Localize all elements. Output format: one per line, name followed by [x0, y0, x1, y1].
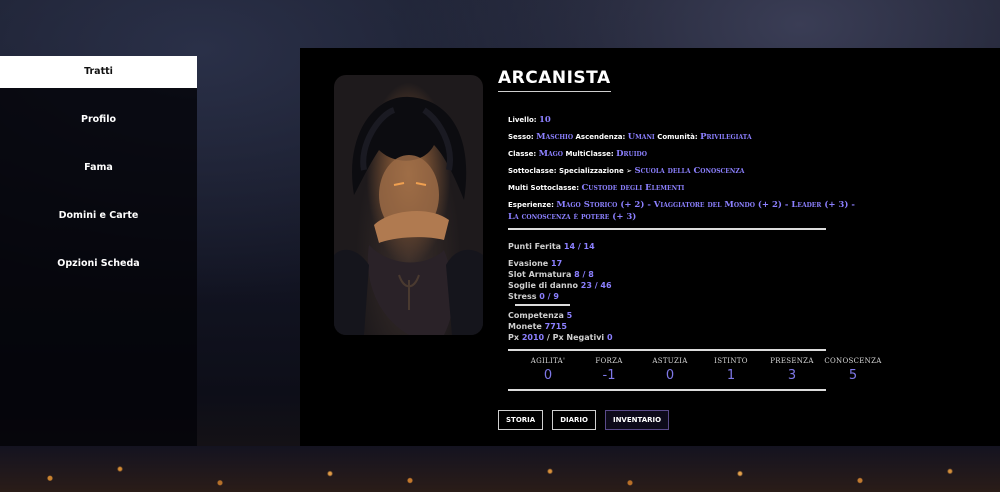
competenza-label: Competenza: [508, 311, 564, 320]
sidebar-item-fama[interactable]: Fama: [0, 152, 197, 184]
detail-sesso-ascendenza: Sesso: Maschio Ascendenza: Umani Comunit…: [508, 131, 868, 143]
slot-armatura-label: Slot Armatura: [508, 270, 572, 279]
esperienze-value: Mago Storico (+ 2) - Viaggiatore del Mon…: [508, 200, 855, 222]
attribute-label: CONOSCENZA: [824, 357, 882, 365]
ascendenza-value: Umani: [627, 132, 655, 142]
sottoclasse-value: Scuola della Conoscenza: [634, 166, 745, 176]
attribute-astuzia: ASTUZIA 0: [640, 357, 700, 383]
slash: /: [547, 292, 551, 301]
punti-ferita-value: 14: [563, 242, 576, 251]
attribute-value: 3: [787, 368, 797, 383]
soglia-1-value: 23: [580, 281, 592, 290]
attribute-presenza: PRESENZA 3: [762, 357, 822, 383]
multi-sottoclasse-label: Multi Sottoclasse:: [508, 184, 580, 192]
soglie-label: Soglie di danno: [508, 281, 578, 290]
attribute-value: 1: [726, 368, 736, 383]
slot-armatura-value: 8: [574, 270, 580, 279]
classe-label: Classe:: [508, 150, 537, 158]
attribute-label: PRESENZA: [770, 357, 814, 365]
sesso-label: Sesso:: [508, 133, 534, 141]
divider: [515, 304, 570, 306]
livello-label: Livello:: [508, 116, 537, 124]
detail-multi-sottoclasse: Multi Sottoclasse: Custode degli Element…: [508, 182, 868, 194]
stress-label: Stress: [508, 292, 537, 301]
character-name: ARCANISTA: [498, 68, 611, 92]
detail-sottoclasse: Sottoclasse: Specializzazione ➢ Scuola d…: [508, 165, 868, 177]
attribute-value: 0: [543, 368, 553, 383]
attribute-forza: FORZA -1: [579, 357, 639, 383]
esperienze-label: Esperienze:: [508, 201, 554, 209]
sottoclasse-label: Sottoclasse: Specializzazione: [508, 167, 624, 175]
divider: [508, 228, 826, 230]
stat-px: Px 2010 / Px Negativi 0: [508, 332, 826, 343]
attribute-value: -1: [602, 368, 616, 383]
stat-punti-ferita: Punti Ferita 14 / 14: [508, 241, 826, 252]
soglia-2-value: 46: [600, 281, 612, 290]
monete-label: Monete: [508, 322, 542, 331]
attribute-label: ISTINTO: [714, 357, 748, 365]
detail-classe: Classe: Mago MultiClasse: Druido: [508, 148, 868, 160]
attribute-istinto: ISTINTO 1: [701, 357, 761, 383]
slash: /: [582, 270, 586, 279]
stress-max: 9: [553, 292, 559, 301]
attribute-label: AGILITA': [530, 357, 566, 365]
portrait-illustration: [334, 96, 483, 335]
slash: /: [577, 242, 581, 251]
stats-block: Punti Ferita 14 / 14 Evasione 17 Slot Ar…: [508, 241, 826, 351]
stat-stress: Stress 0 / 9: [508, 291, 826, 302]
tab-inventario[interactable]: INVENTARIO: [604, 410, 670, 430]
punti-ferita-max: 14: [583, 242, 595, 251]
divider: [508, 349, 826, 351]
tab-diario[interactable]: DIARIO: [552, 410, 596, 430]
comunita-label: Comunità:: [657, 133, 698, 141]
evasione-label: Evasione: [508, 259, 549, 268]
attribute-agilita: AGILITA' 0: [518, 357, 578, 383]
stat-evasione: Evasione 17: [508, 258, 826, 269]
ascendenza-label: Ascendenza:: [575, 133, 626, 141]
px-label: Px: [508, 333, 520, 342]
attribute-label: ASTUZIA: [652, 357, 688, 365]
px-negativi-label: / Px Negativi: [546, 333, 605, 342]
arrow-right-icon: ➢: [626, 167, 633, 175]
tab-storia[interactable]: STORIA: [498, 410, 544, 430]
character-portrait: [334, 75, 483, 335]
monete-value: 7715: [544, 322, 567, 331]
character-panel: ARCANISTA Livello: 10 Sesso: Maschio Asc…: [300, 48, 1000, 446]
attributes-row: AGILITA' 0 FORZA -1 ASTUZIA 0 ISTINTO 1 …: [518, 357, 883, 383]
slash: /: [594, 281, 598, 290]
px-negativi-value: 0: [606, 333, 613, 342]
attribute-label: FORZA: [595, 357, 623, 365]
sidebar-item-opzioni-scheda[interactable]: Opzioni Scheda: [0, 248, 197, 280]
attribute-conoscenza: CONOSCENZA 5: [823, 357, 883, 383]
sidebar-item-domini-e-carte[interactable]: Domini e Carte: [0, 200, 197, 232]
multiclasse-label: MultiClasse:: [565, 150, 614, 158]
attribute-value: 0: [665, 368, 675, 383]
stat-monete: Monete 7715: [508, 321, 826, 332]
competenza-value: 5: [566, 311, 573, 320]
livello-value: 10: [539, 115, 551, 125]
attribute-value: 5: [848, 368, 858, 383]
stat-soglie: Soglie di danno 23 / 46: [508, 280, 826, 291]
slot-armatura-max: 8: [588, 270, 594, 279]
stress-value: 0: [539, 292, 545, 301]
sidebar-item-tratti[interactable]: Tratti: [0, 56, 197, 88]
sidebar-item-profilo[interactable]: Profilo: [0, 104, 197, 136]
bottom-tabs: STORIA DIARIO INVENTARIO: [498, 410, 670, 430]
punti-ferita-label: Punti Ferita: [508, 242, 562, 251]
background-city-lights: [0, 446, 1000, 492]
sesso-value: Maschio: [536, 132, 574, 142]
stat-slot-armatura: Slot Armatura 8 / 8: [508, 269, 826, 280]
detail-livello: Livello: 10: [508, 114, 868, 126]
detail-esperienze: Esperienze: Mago Storico (+ 2) - Viaggia…: [508, 199, 868, 223]
px-value: 2010: [521, 333, 545, 342]
classe-value: Mago: [538, 149, 563, 159]
divider: [508, 389, 826, 391]
multi-sottoclasse-value: Custode degli Elementi: [581, 183, 685, 193]
stat-competenza: Competenza 5: [508, 310, 826, 321]
comunita-value: Privilegiata: [700, 132, 752, 142]
multiclasse-value: Druido: [616, 149, 647, 159]
evasione-value: 17: [551, 259, 563, 268]
sidebar: Tratti Profilo Fama Domini e Carte Opzio…: [0, 56, 197, 446]
character-details: Livello: 10 Sesso: Maschio Ascendenza: U…: [508, 114, 868, 230]
